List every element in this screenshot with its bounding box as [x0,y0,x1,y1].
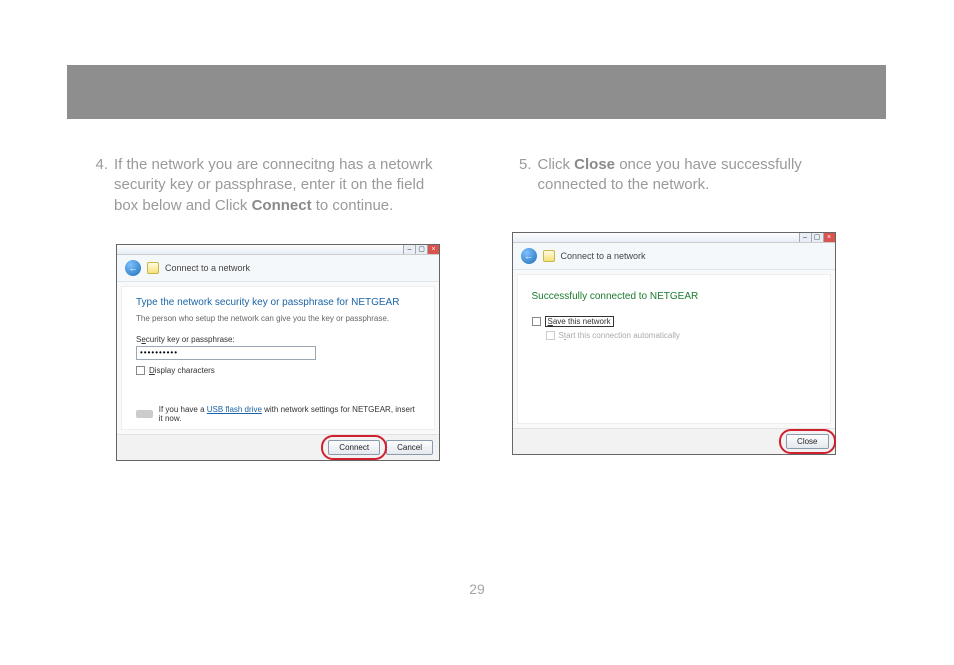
window-controls: – ▢ × [117,245,439,255]
success-message: Successfully connected to NETGEAR [532,291,816,302]
dialog-titlebar: ← Connect to a network [117,255,439,282]
step-4-text-b: to continue. [312,197,394,214]
window-close-button-2[interactable]: × [823,233,835,242]
minimize-button-2[interactable]: – [799,233,811,242]
dialog-subtext: The person who setup the network can giv… [136,314,420,323]
save-network-checkbox[interactable] [532,317,541,326]
cancel-button[interactable]: Cancel [386,440,433,455]
connect-button[interactable]: Connect [328,440,380,455]
back-icon-2[interactable]: ← [521,248,537,264]
left-column: 4. If the network you are connecitng has… [88,155,452,461]
save-network-label: Save this network [545,316,614,327]
usb-hint: If you have a USB flash drive with netwo… [136,405,420,423]
step-4: 4. If the network you are connecitng has… [88,155,452,216]
dialog-titlebar-2: ← Connect to a network [513,243,835,270]
security-key-input[interactable] [136,346,316,360]
maximize-button[interactable]: ▢ [415,245,427,254]
maximize-button-2[interactable]: ▢ [811,233,823,242]
dialog-title-2: Connect to a network [561,251,646,261]
minimize-button[interactable]: – [403,245,415,254]
dialog-heading: Type the network security key or passphr… [136,297,420,308]
network-icon-2 [543,250,555,262]
step-5-number: 5. [512,155,532,196]
usb-flash-drive-link[interactable]: USB flash drive [207,405,262,414]
right-column: 5. Click Close once you have successfull… [512,155,876,461]
display-characters-label: Display characters [149,366,215,375]
connect-dialog: – ▢ × ← Connect to a network Type the ne… [116,244,440,461]
window-close-button[interactable]: × [427,245,439,254]
page-number: 29 [0,581,954,597]
auto-start-label: Start this connection automatically [559,331,680,340]
success-dialog: – ▢ × ← Connect to a network Successfull… [512,232,836,455]
step-5: 5. Click Close once you have successfull… [512,155,876,196]
window-controls-2: – ▢ × [513,233,835,243]
usb-icon [136,410,153,418]
network-icon [147,262,159,274]
display-characters-checkbox[interactable] [136,366,145,375]
header-bar [67,65,886,119]
dialog-title: Connect to a network [165,263,250,273]
step-5-bold: Close [574,156,615,173]
step-4-text: If the network you are connecitng has a … [114,155,452,216]
close-button[interactable]: Close [786,434,828,449]
step-4-bold: Connect [252,197,312,214]
auto-start-checkbox[interactable] [546,331,555,340]
back-icon[interactable]: ← [125,260,141,276]
step-4-number: 4. [88,155,108,216]
security-key-label: Security key or passphrase: [136,335,420,344]
step-5-text: Click Close once you have successfully c… [538,155,876,196]
step-5-text-a: Click [538,156,575,173]
